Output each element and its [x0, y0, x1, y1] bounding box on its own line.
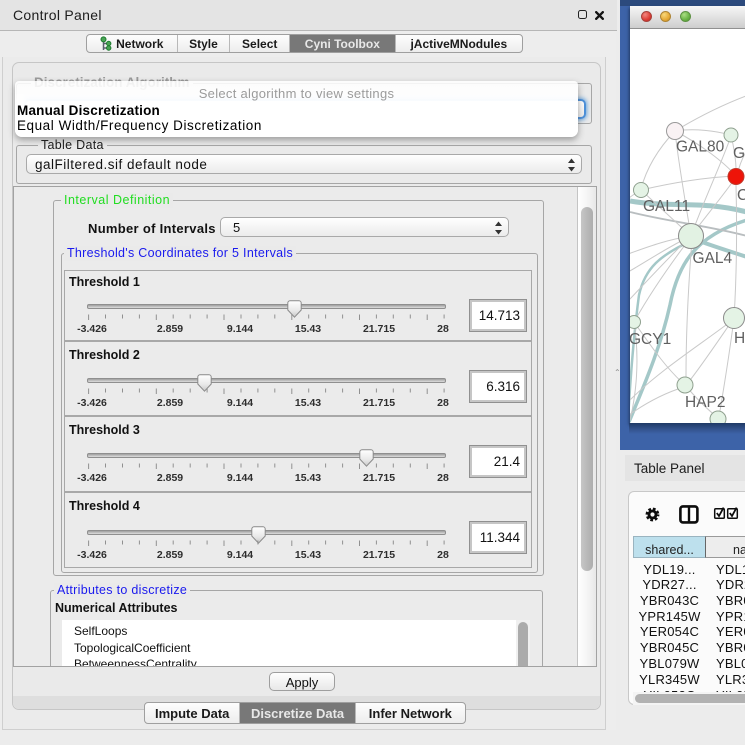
svg-text:H: H — [734, 330, 745, 347]
svg-text:GAL11: GAL11 — [643, 198, 690, 215]
svg-text:C: C — [737, 187, 745, 204]
svg-text:HAP2: HAP2 — [685, 394, 726, 411]
svg-text:GAL4: GAL4 — [693, 250, 733, 267]
svg-text:GAL80: GAL80 — [676, 139, 725, 156]
svg-text:GA: GA — [733, 145, 745, 162]
svg-text:GCY1: GCY1 — [630, 331, 671, 348]
